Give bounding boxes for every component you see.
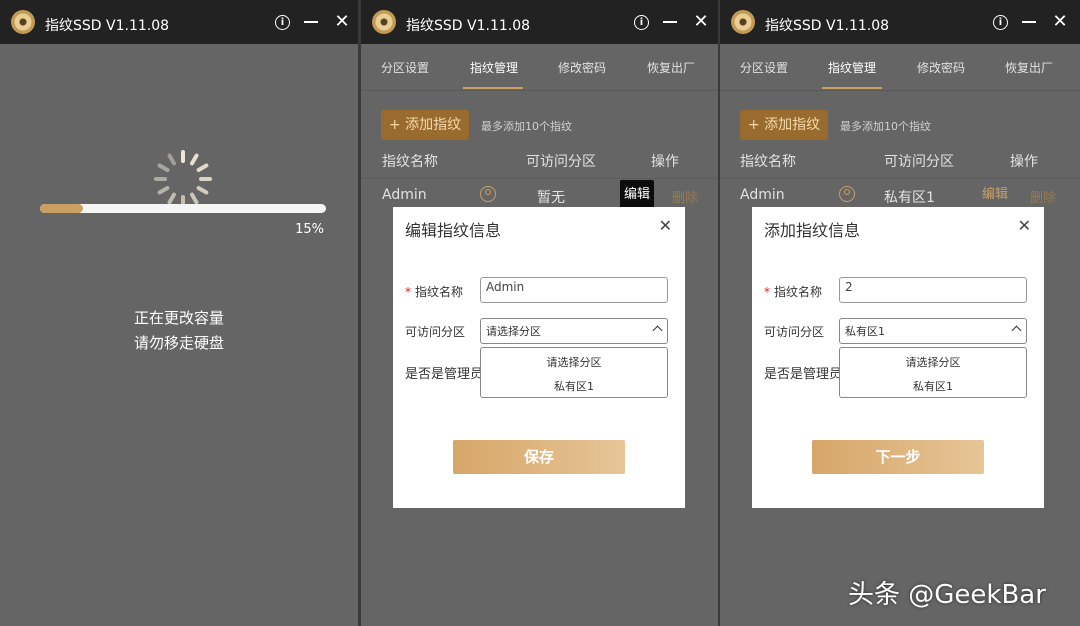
titlebar: 指纹SSD V1.11.08 i ✕ xyxy=(0,0,358,44)
minimize-icon[interactable] xyxy=(302,13,320,31)
required-mark: * xyxy=(764,285,770,299)
loading-spinner-icon xyxy=(152,148,214,210)
close-icon[interactable]: ✕ xyxy=(692,13,710,31)
add-fingerprint-button[interactable]: + 添加指纹 xyxy=(381,110,469,140)
close-icon[interactable]: ✕ xyxy=(1051,13,1069,31)
delete-button[interactable]: 删除 xyxy=(672,187,698,206)
edit-fingerprint-dialog: 编辑指纹信息 ✕ * 指纹名称 Admin 可访问分区 请选择分区 是否是管理员 … xyxy=(393,207,685,508)
tab-partition-settings[interactable]: 分区设置 xyxy=(740,59,788,76)
next-step-button[interactable]: 下一步 xyxy=(812,440,984,474)
edit-fingerprint-window: 指纹SSD V1.11.08 i ✕ 分区设置 指纹管理 修改密码 恢复出厂 +… xyxy=(361,0,718,626)
header-partition: 可访问分区 xyxy=(526,154,596,170)
name-label: * 指纹名称 xyxy=(764,283,822,300)
window-title: 指纹SSD V1.11.08 xyxy=(765,18,890,34)
add-button-label: 添加指纹 xyxy=(764,117,821,133)
header-name: 指纹名称 xyxy=(382,154,438,170)
tab-factory-reset[interactable]: 恢复出厂 xyxy=(1005,59,1053,76)
add-hint: 最多添加10个指纹 xyxy=(481,120,572,133)
loading-window: 指纹SSD V1.11.08 i ✕ 15% 正在更改容量 请勿移走硬盘 xyxy=(0,0,358,626)
partition-dropdown: 请选择分区 私有区1 xyxy=(480,347,668,398)
window-title: 指纹SSD V1.11.08 xyxy=(406,18,531,34)
info-icon[interactable]: i xyxy=(275,15,290,30)
partition-dropdown: 请选择分区 私有区1 xyxy=(839,347,1027,398)
add-fingerprint-button[interactable]: + 添加指纹 xyxy=(740,110,828,140)
edit-button[interactable]: 编辑 xyxy=(620,180,655,210)
titlebar: 指纹SSD V1.11.08 i ✕ xyxy=(361,0,718,44)
disc-logo-icon xyxy=(731,10,755,34)
tab-change-password[interactable]: 修改密码 xyxy=(558,59,606,76)
dropdown-option[interactable]: 私有区1 xyxy=(481,378,667,394)
add-fingerprint-window: 指纹SSD V1.11.08 i ✕ 分区设置 指纹管理 修改密码 恢复出厂 +… xyxy=(720,0,1080,626)
name-label-text: 指纹名称 xyxy=(415,285,464,299)
minimize-icon[interactable] xyxy=(661,13,679,31)
name-label: * 指纹名称 xyxy=(405,283,463,300)
titlebar: 指纹SSD V1.11.08 i ✕ xyxy=(720,0,1080,44)
table-divider xyxy=(361,178,718,179)
info-icon[interactable]: i xyxy=(993,15,1008,30)
delete-button[interactable]: 删除 xyxy=(1030,187,1056,206)
disc-logo-icon xyxy=(372,10,396,34)
row-partition: 私有区1 xyxy=(884,190,935,206)
tab-bar: 分区设置 指纹管理 修改密码 恢复出厂 xyxy=(720,44,1080,91)
close-icon[interactable]: ✕ xyxy=(333,13,351,31)
dropdown-option[interactable]: 请选择分区 xyxy=(840,354,1026,370)
edit-button[interactable]: 编辑 xyxy=(982,180,1008,210)
partition-select[interactable]: 私有区1 xyxy=(839,318,1027,344)
active-tab-indicator xyxy=(822,87,882,89)
user-icon xyxy=(480,186,496,202)
partition-label: 可访问分区 xyxy=(764,325,825,339)
minimize-icon[interactable] xyxy=(1020,13,1038,31)
row-partition: 暂无 xyxy=(537,190,565,206)
partition-label: 可访问分区 xyxy=(405,325,466,339)
disc-logo-icon xyxy=(11,10,35,34)
dropdown-option[interactable]: 请选择分区 xyxy=(481,354,667,370)
user-icon xyxy=(839,186,855,202)
tab-factory-reset[interactable]: 恢复出厂 xyxy=(647,59,695,76)
row-name: Admin xyxy=(382,187,427,203)
header-actions: 操作 xyxy=(651,154,679,170)
window-title: 指纹SSD V1.11.08 xyxy=(45,18,170,34)
admin-label: 是否是管理员 xyxy=(405,367,480,382)
dropdown-option[interactable]: 私有区1 xyxy=(840,378,1026,394)
name-input[interactable]: 2 xyxy=(839,277,1027,303)
dialog-close-icon[interactable]: ✕ xyxy=(659,216,672,235)
dialog-title: 编辑指纹信息 xyxy=(405,221,502,240)
chevron-up-icon xyxy=(1011,325,1022,336)
dialog-title: 添加指纹信息 xyxy=(764,221,861,240)
table-divider xyxy=(720,178,1080,179)
tab-bar: 分区设置 指纹管理 修改密码 恢复出厂 xyxy=(361,44,718,91)
header-partition: 可访问分区 xyxy=(884,154,954,170)
save-button[interactable]: 保存 xyxy=(453,440,625,474)
header-name: 指纹名称 xyxy=(740,154,796,170)
progress-bar xyxy=(40,204,326,213)
progress-fill xyxy=(40,204,83,213)
header-actions: 操作 xyxy=(1010,154,1038,170)
row-name: Admin xyxy=(740,187,785,203)
dialog-close-icon[interactable]: ✕ xyxy=(1018,216,1031,235)
add-hint: 最多添加10个指纹 xyxy=(840,120,931,133)
info-icon[interactable]: i xyxy=(634,15,649,30)
add-fingerprint-dialog: 添加指纹信息 ✕ * 指纹名称 2 可访问分区 私有区1 是否是管理员 请选择分区… xyxy=(752,207,1044,508)
watermark: 头条 @GeekBar xyxy=(848,580,1046,610)
partition-select-value: 私有区1 xyxy=(845,325,885,338)
tab-fingerprint-management[interactable]: 指纹管理 xyxy=(470,59,518,76)
partition-select-value: 请选择分区 xyxy=(486,325,541,338)
tab-change-password[interactable]: 修改密码 xyxy=(917,59,965,76)
tab-fingerprint-management[interactable]: 指纹管理 xyxy=(828,59,876,76)
name-label-text: 指纹名称 xyxy=(774,285,823,299)
progress-label: 15% xyxy=(295,222,324,237)
add-button-label: 添加指纹 xyxy=(405,117,462,133)
active-tab-indicator xyxy=(463,87,523,89)
required-mark: * xyxy=(405,285,411,299)
name-input[interactable]: Admin xyxy=(480,277,668,303)
admin-label: 是否是管理员 xyxy=(764,367,839,382)
status-line-2: 请勿移走硬盘 xyxy=(133,334,224,352)
tab-partition-settings[interactable]: 分区设置 xyxy=(381,59,429,76)
status-line-1: 正在更改容量 xyxy=(133,309,224,327)
partition-select[interactable]: 请选择分区 xyxy=(480,318,668,344)
chevron-up-icon xyxy=(652,325,663,336)
